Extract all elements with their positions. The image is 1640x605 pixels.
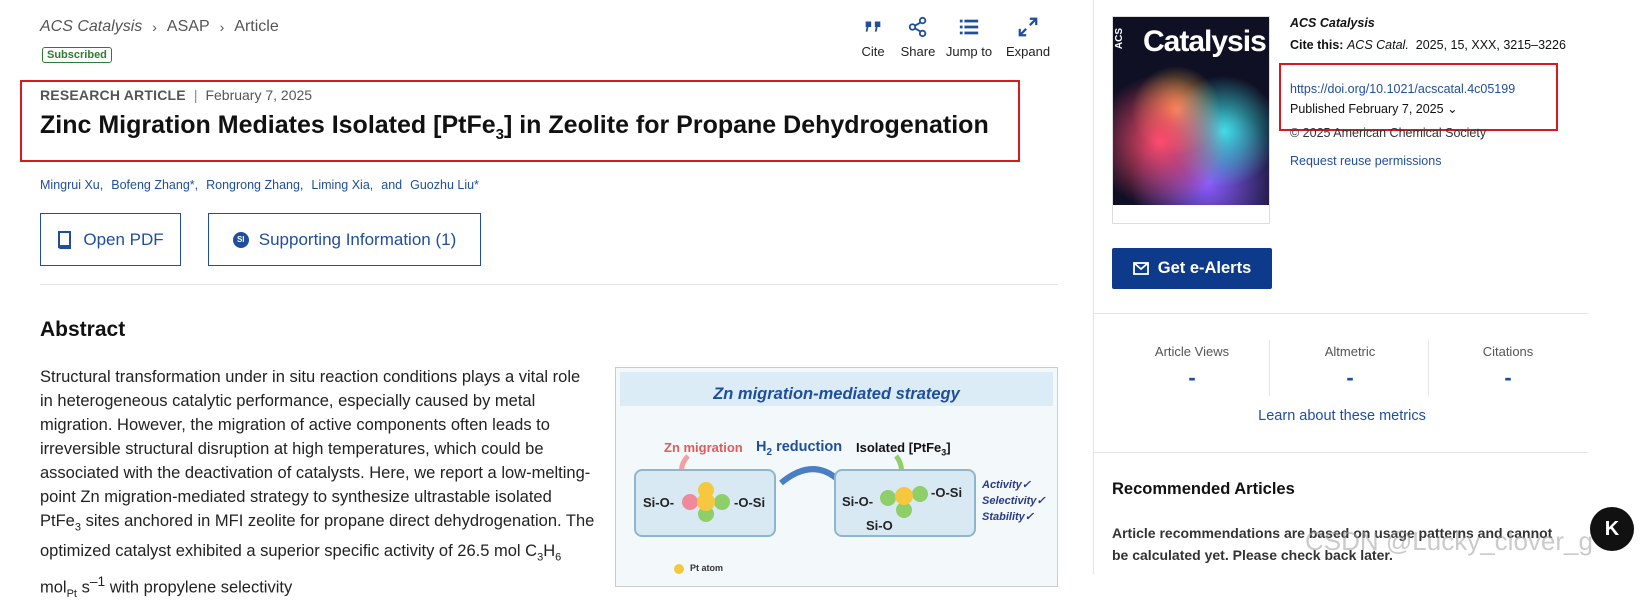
toc-selectivity: Selectivity✓ [982,495,1046,507]
metric-value: - [1188,365,1196,390]
divider [1093,313,1588,314]
metric-value: - [1504,365,1512,390]
article-title: Zinc Migration Mediates Isolated [PtFe3]… [40,111,989,143]
metric-article-views: Article Views - [1117,344,1267,391]
chevron-right-icon: › [219,19,225,35]
article-date: February 7, 2025 [205,87,313,103]
open-pdf-button[interactable]: Open PDF [40,213,181,266]
toc-pt-legend: Pt atom [690,563,724,573]
metric-altmetric: Altmetric - [1275,344,1425,391]
metric-citations: Citations - [1433,344,1583,391]
article-type: RESEARCH ARTICLE [40,87,186,103]
list-icon [959,19,979,35]
column-divider [1093,0,1094,574]
learn-metrics-link[interactable]: Learn about these metrics [1147,408,1537,424]
jump-to-label: Jump to [945,44,993,59]
breadcrumb: ACS Catalysis › ASAP › Article [40,18,279,36]
cite-label: Cite [861,44,885,59]
metric-divider [1428,340,1429,396]
author-link[interactable]: Bofeng Zhang*, [111,178,198,192]
toc-left-sio: Si-O- [643,495,675,510]
cover-acs: ACS [1114,28,1125,50]
breadcrumb-section[interactable]: ASAP [167,18,210,36]
author-link[interactable]: Rongrong Zhang, [206,178,303,192]
watermark: CSDN @Lucky_clover_g [1305,526,1593,556]
toc-right-osi: -O-Si [931,485,963,500]
abstract-text: Structural transformation under in situ … [40,368,595,600]
chevron-right-icon: › [152,19,157,35]
metric-value: - [1346,365,1354,390]
toc-stability: Stability✓ [982,511,1035,523]
supporting-info-button[interactable]: SI Supporting Information (1) [208,213,481,266]
divider [40,284,1058,285]
toc-cluster-right [880,486,928,518]
si-icon: SI [232,231,249,248]
floating-action-button[interactable]: K [1590,507,1634,551]
reuse-permissions-link[interactable]: Request reuse permissions [1290,154,1441,168]
subscribed-badge: Subscribed [42,47,112,63]
copyright: © 2025 American Chemical Society [1290,126,1487,140]
expand-button[interactable]: Expand [993,16,1063,59]
open-pdf-label: Open PDF [83,229,164,249]
toc-cluster-left [682,482,730,522]
author-link[interactable]: Guozhu Liu* [410,178,479,192]
article-meta: RESEARCH ARTICLE | February 7, 2025 [40,87,312,103]
share-label: Share [900,44,936,59]
expand-icon [1018,17,1038,37]
quote-icon [865,21,881,32]
get-alerts-label: Get e-Alerts [1157,259,1252,277]
meta-separator: | [193,87,198,103]
toc-right-sio-bottom: Si-O [866,518,893,533]
abstract-heading: Abstract [40,318,126,341]
toc-pt-legend-dot [674,564,684,574]
author-link[interactable]: Mingrui Xu, [40,178,103,192]
divider [1093,452,1588,453]
toc-left-osi: -O-Si [734,495,766,510]
metric-label: Citations [1482,344,1534,359]
recommended-heading: Recommended Articles [1112,480,1295,498]
metric-label: Altmetric [1324,344,1376,359]
doi-link[interactable]: https://doi.org/10.1021/acscatal.4c05199 [1290,82,1515,96]
author-and: and [381,178,403,192]
author-link[interactable]: Liming Xia, [311,178,373,192]
cover-footer [1113,205,1269,223]
toc-right-sio: Si-O- [842,494,874,509]
toc-activity: Activity✓ [982,479,1031,491]
cover-title: Catalysis [1143,25,1267,58]
journal-name: ACS Catalysis [1290,16,1375,30]
breadcrumb-journal[interactable]: ACS Catalysis [40,18,142,36]
cite-this: Cite this: ACS Catal. 2025, 15, XXX, 321… [1290,38,1566,52]
published-date[interactable]: Published February 7, 2025 ⌄ [1290,101,1458,116]
get-alerts-button[interactable]: Get e-Alerts [1112,248,1272,289]
metric-divider [1269,340,1270,396]
breadcrumb-page: Article [234,18,279,35]
share-icon [908,16,927,38]
toc-graphic[interactable]: Zn migration-mediated strategy Zn migrat… [615,367,1058,587]
expand-label: Expand [1005,44,1051,59]
author-list: Mingrui Xu, Bofeng Zhang*, Rongrong Zhan… [40,178,479,192]
book-icon [58,230,72,249]
envelope-icon [1132,262,1149,275]
supporting-info-label: Supporting Information (1) [258,229,457,249]
doi-highlight-box [1279,63,1558,131]
chevron-down-icon: ⌄ [1447,102,1458,116]
metric-label: Article Views [1154,344,1230,359]
